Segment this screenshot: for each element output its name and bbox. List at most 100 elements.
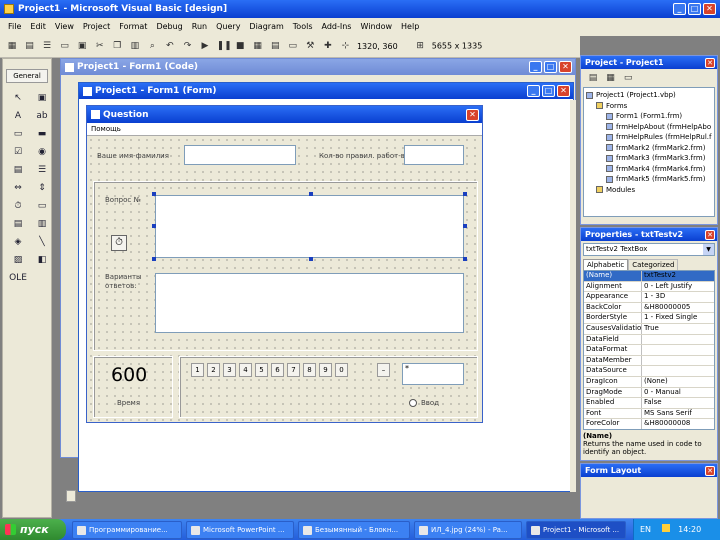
player-name-input[interactable]	[184, 145, 296, 165]
property-value[interactable]: 0 - Left Justify	[642, 282, 714, 292]
selection-handle[interactable]	[152, 224, 156, 228]
find-icon[interactable]: ⌕	[146, 40, 158, 52]
taskbar-button[interactable]: Project1 - Microsoft ...	[526, 521, 626, 539]
tree-node[interactable]: frmMark5 (frmMark5.frm)	[586, 175, 712, 186]
form-layout-close[interactable]: ✕	[705, 465, 715, 476]
add-form-icon[interactable]: ▤	[24, 40, 36, 52]
shape-icon[interactable]: ◈	[7, 235, 29, 249]
selection-handle[interactable]	[152, 257, 156, 261]
property-row[interactable]: Alignment 0 - Left Justify	[584, 281, 714, 293]
taskbar-button[interactable]: ИЛ_4.jpg (24%) - Pa...	[414, 521, 522, 539]
object-browser-icon[interactable]: ⚒	[304, 40, 316, 52]
answers-textbox[interactable]	[155, 273, 464, 333]
count-input[interactable]	[404, 145, 464, 165]
toggle-folders-icon[interactable]: ▭	[622, 72, 634, 84]
data-icon[interactable]: ◧	[31, 253, 53, 267]
menu-item-query[interactable]: Query	[216, 22, 240, 31]
frame-icon[interactable]: ▭	[7, 127, 29, 141]
digit-button-7[interactable]: 7	[287, 363, 300, 377]
toolbox-icon[interactable]: ✚	[322, 40, 334, 52]
property-row[interactable]: DataMember	[584, 355, 714, 367]
copy-icon[interactable]: ❐	[111, 40, 123, 52]
selection-handle[interactable]	[463, 192, 467, 196]
digit-button-6[interactable]: 6	[271, 363, 284, 377]
property-value[interactable]: 1 - 3D	[642, 292, 714, 302]
project-panel-close[interactable]: ✕	[705, 57, 715, 68]
mdi-scroll-button[interactable]	[66, 490, 76, 502]
property-value[interactable]: 1 - Fixed Single	[642, 313, 714, 323]
ole-icon[interactable]: OLE	[7, 271, 29, 285]
taskbar-button[interactable]: Microsoft PowerPoint ...	[186, 521, 294, 539]
form-minimize-button[interactable]: _	[527, 85, 540, 97]
drivelist-icon[interactable]: ▭	[31, 199, 53, 213]
view-object-icon[interactable]: ▦	[605, 72, 617, 84]
tree-node[interactable]: Modules	[586, 186, 712, 197]
taskbar-button[interactable]: Программирование...	[72, 521, 182, 539]
toolbox-tab-general[interactable]: General	[6, 69, 48, 83]
menu-item-window[interactable]: Window	[360, 22, 392, 31]
object-selector[interactable]: txtTestv2 TextBox ▼	[583, 243, 715, 256]
property-row[interactable]: CausesValidation True	[584, 323, 714, 335]
property-row[interactable]: Appearance 1 - 3D	[584, 292, 714, 303]
listbox-icon[interactable]: ☰	[31, 163, 53, 177]
close-button[interactable]: ✕	[703, 3, 716, 15]
question-close-button[interactable]: ✕	[466, 108, 479, 121]
taskbar-button[interactable]: Безымянный - Блокн...	[298, 521, 410, 539]
end-icon[interactable]: ■	[234, 40, 246, 52]
open-icon[interactable]: ▭	[59, 40, 71, 52]
property-row[interactable]: (Name) txtTestv2	[584, 271, 714, 282]
filelist-icon[interactable]: ▥	[31, 217, 53, 231]
tree-node[interactable]: frmMark4 (frmMark4.frm)	[586, 165, 712, 176]
tree-node[interactable]: frmMark3 (frmMark3.frm)	[586, 154, 712, 165]
property-row[interactable]: BorderStyle 1 - Fixed Single	[584, 313, 714, 324]
selection-handle[interactable]	[152, 192, 156, 196]
form-close-button[interactable]: ✕	[557, 85, 570, 97]
maximize-button[interactable]: □	[688, 3, 701, 15]
language-indicator[interactable]: EN	[640, 525, 651, 534]
property-value[interactable]: True	[642, 324, 714, 334]
add-project-icon[interactable]: ▦	[6, 40, 18, 52]
property-value[interactable]: 0 - Manual	[642, 388, 714, 398]
digit-button-4[interactable]: 4	[239, 363, 252, 377]
tray-icon[interactable]	[661, 524, 670, 532]
menu-item-format[interactable]: Format	[119, 22, 147, 31]
digit-button-3[interactable]: 3	[223, 363, 236, 377]
property-row[interactable]: DataSource	[584, 366, 714, 377]
property-value[interactable]	[642, 366, 714, 376]
menu-editor-icon[interactable]: ☰	[41, 40, 53, 52]
property-row[interactable]: ForeColor &H80000008	[584, 419, 714, 429]
menu-item-tools[interactable]: Tools	[293, 22, 313, 31]
picturebox-icon[interactable]: ▣	[31, 91, 53, 105]
answer-input[interactable]: *	[402, 363, 464, 385]
image-icon[interactable]: ▨	[7, 253, 29, 267]
tree-node[interactable]: frmMark2 (frmMark2.frm)	[586, 144, 712, 155]
property-row[interactable]: Enabled False	[584, 398, 714, 409]
menu-item-file[interactable]: File	[8, 22, 21, 31]
code-maximize-button[interactable]: □	[544, 61, 557, 73]
break-icon[interactable]: ❚❚	[217, 40, 232, 52]
digit-button-0[interactable]: 0	[335, 363, 348, 377]
properties-panel-close[interactable]: ✕	[705, 229, 715, 240]
digit-button-1[interactable]: 1	[191, 363, 204, 377]
question-form[interactable]: Question ✕ Помощь Ваше имя-фамилия Кол-в…	[86, 105, 483, 423]
menu-item-project[interactable]: Project	[83, 22, 110, 31]
digit-button-2[interactable]: 2	[207, 363, 220, 377]
property-value[interactable]	[642, 335, 714, 345]
timer-icon[interactable]: ⏱	[7, 199, 29, 213]
tree-node[interactable]: frmHelpRules (frmHelpRul.f	[586, 133, 712, 144]
undo-icon[interactable]: ↶	[164, 40, 176, 52]
commandbutton-icon[interactable]: ▬	[31, 127, 53, 141]
optionbutton-icon[interactable]: ◉	[31, 145, 53, 159]
selection-handle[interactable]	[309, 257, 313, 261]
digit-button-9[interactable]: 9	[319, 363, 332, 377]
property-row[interactable]: DragMode 0 - Manual	[584, 387, 714, 399]
paste-icon[interactable]: ▥	[129, 40, 141, 52]
chevron-down-icon[interactable]: ▼	[703, 244, 714, 255]
menu-item-edit[interactable]: Edit	[30, 22, 46, 31]
timer-icon[interactable]: ⏱	[111, 235, 127, 251]
minus-button[interactable]: –	[377, 363, 390, 377]
digit-button-5[interactable]: 5	[255, 363, 268, 377]
start-button[interactable]: пуск	[0, 519, 66, 540]
code-close-button[interactable]: ✕	[559, 61, 572, 73]
code-minimize-button[interactable]: _	[529, 61, 542, 73]
